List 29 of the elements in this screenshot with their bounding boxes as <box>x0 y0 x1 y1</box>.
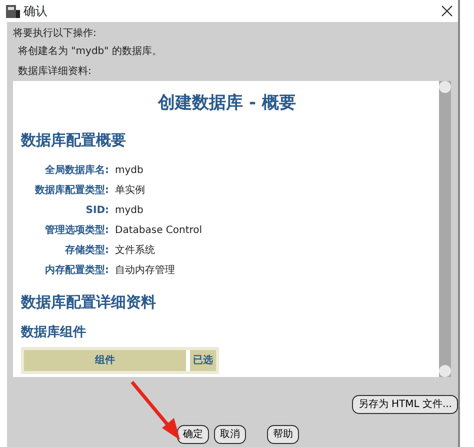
dialog-button[interactable]: 取消 <box>214 424 246 444</box>
field-label: SID: <box>84 204 109 218</box>
field-label: 全局数据库名: <box>44 163 109 178</box>
scrollbar[interactable] <box>439 80 451 376</box>
field-value: Database Control <box>115 224 204 238</box>
details-label: 数据库详细资料: <box>18 64 92 78</box>
dialog-button[interactable]: 确定 <box>177 424 209 444</box>
field-value: 单实例 <box>115 184 146 198</box>
app-icon <box>5 3 21 19</box>
section-heading: 数据库配置详细资料 <box>21 292 157 313</box>
intro-text: 将要执行以下操作: <box>13 26 98 41</box>
window-title: 确认 <box>24 3 48 20</box>
report-title: 创建数据库 - 概要 <box>156 92 297 115</box>
section-heading: 数据库配置概要 <box>21 130 127 150</box>
close-icon[interactable] <box>441 5 453 17</box>
field-label: 管理选项类型: <box>44 224 109 238</box>
intro-text: 将创建名为 "mydb" 的数据库。 <box>18 44 163 58</box>
field-value: mydb <box>115 164 144 178</box>
subsection-heading: 数据库组件 <box>21 324 87 342</box>
column-header: 已选 <box>190 350 216 371</box>
dialog-button[interactable]: 帮助 <box>267 424 299 444</box>
field-value: 自动内存管理 <box>115 264 176 278</box>
field-label: 存储类型: <box>64 244 109 258</box>
column-header: 组件 <box>24 350 186 371</box>
save-html-button[interactable]: 另存为 HTML 文件... <box>352 394 458 414</box>
field-value: 文件系统 <box>115 244 156 258</box>
field-value: mydb <box>115 204 144 218</box>
field-label: 数据库配置类型: <box>34 183 109 198</box>
field-label: 内存配置类型: <box>44 264 109 278</box>
